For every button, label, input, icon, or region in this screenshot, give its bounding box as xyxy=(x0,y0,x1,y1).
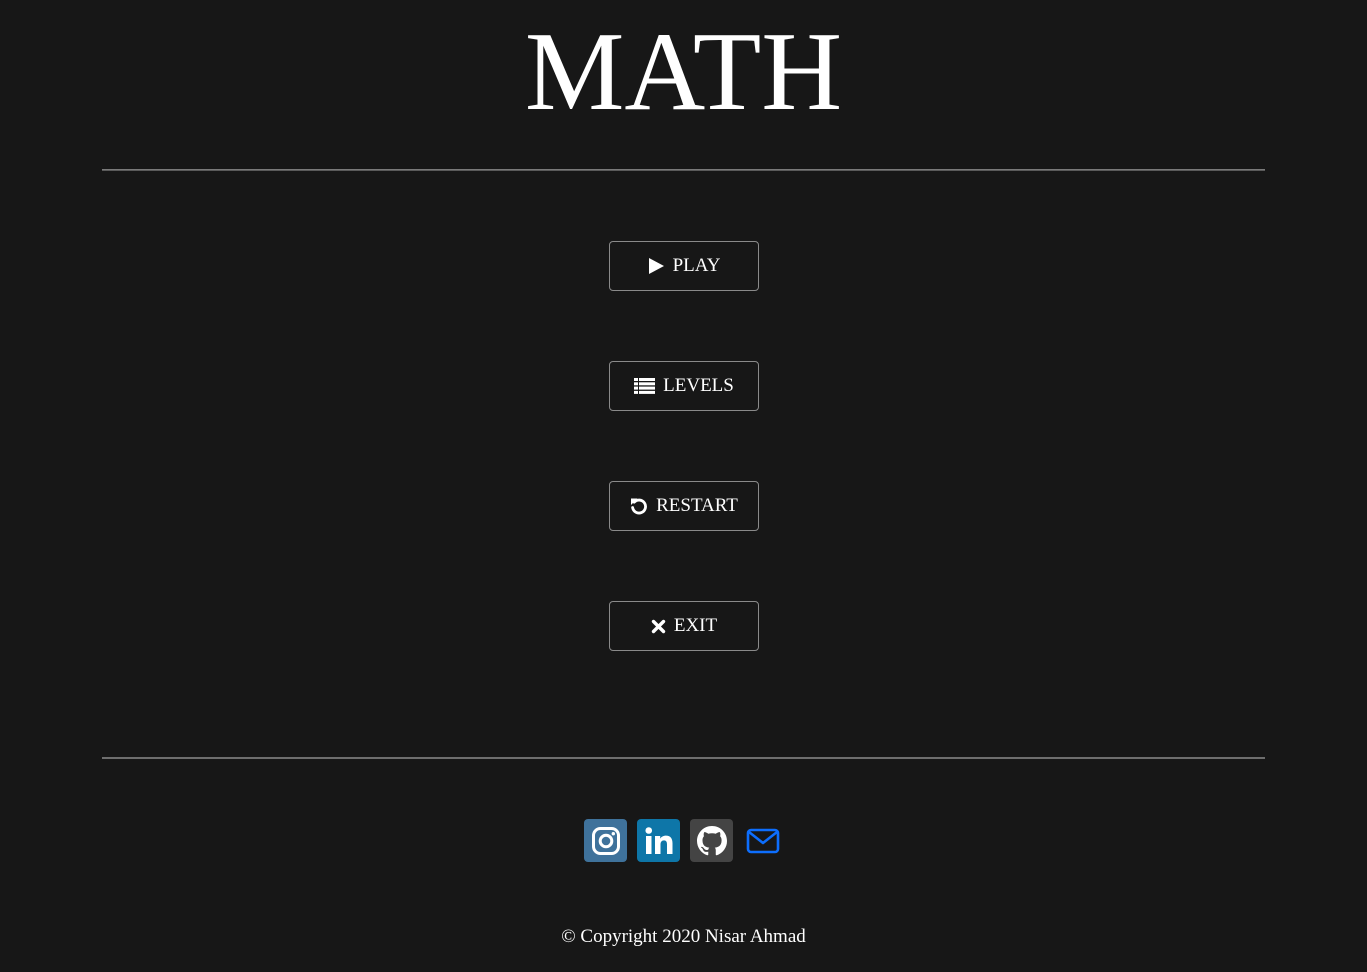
github-icon xyxy=(696,825,727,856)
instagram-link[interactable] xyxy=(584,819,627,862)
play-button[interactable]: PLAY xyxy=(609,241,759,291)
main-menu-screen: MATH PLAY LEVELS RESTART EXIT © Copyrigh… xyxy=(0,0,1367,972)
top-divider xyxy=(102,169,1265,171)
exit-button[interactable]: EXIT xyxy=(609,601,759,651)
levels-button-label: LEVELS xyxy=(663,375,734,396)
instagram-icon xyxy=(591,826,621,856)
restart-button-label: RESTART xyxy=(656,495,738,516)
email-link[interactable] xyxy=(743,819,783,862)
restart-icon xyxy=(630,497,648,515)
bottom-divider xyxy=(102,757,1265,759)
list-icon xyxy=(634,378,656,394)
play-button-label: PLAY xyxy=(672,255,721,276)
linkedin-link[interactable] xyxy=(637,819,680,862)
social-links xyxy=(584,819,783,862)
close-icon xyxy=(651,619,666,634)
copyright-text: © Copyright 2020 Nisar Ahmad xyxy=(561,926,806,947)
exit-button-label: EXIT xyxy=(673,615,718,636)
mail-icon xyxy=(746,828,780,854)
linkedin-icon xyxy=(643,825,675,857)
levels-button[interactable]: LEVELS xyxy=(609,361,759,411)
restart-button[interactable]: RESTART xyxy=(609,481,759,531)
github-link[interactable] xyxy=(690,819,733,862)
game-title: MATH xyxy=(524,10,843,134)
play-icon xyxy=(648,257,665,275)
